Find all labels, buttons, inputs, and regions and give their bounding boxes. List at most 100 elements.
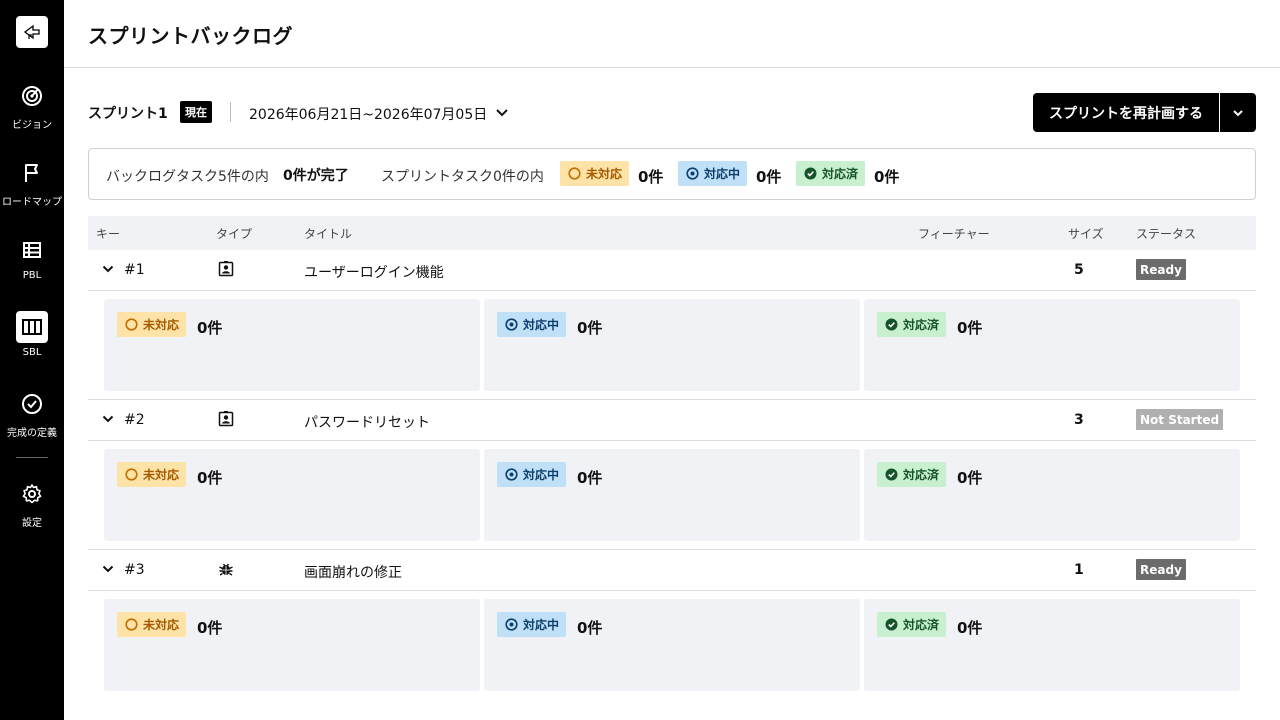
item-key: #2 xyxy=(124,412,145,428)
table-row[interactable]: #2 パスワードリセット 3 Not Started xyxy=(88,399,1256,441)
lane-todo: 未対応 0件 xyxy=(104,299,480,391)
columns-icon xyxy=(22,319,42,335)
status-badge-done: 対応済 xyxy=(877,462,947,487)
list-icon xyxy=(23,242,41,258)
user-story-icon xyxy=(218,411,234,427)
sidebar-item-pbl[interactable]: PBL xyxy=(0,234,64,281)
lane-count: 0件 xyxy=(957,319,983,337)
lane-doing: 対応中 0件 xyxy=(484,599,860,691)
lane-todo: 未対応 0件 xyxy=(104,449,480,541)
status-badge-doing: 対応中 xyxy=(497,612,567,637)
table-row[interactable]: #3 画面崩れの修正 1 Ready xyxy=(88,549,1256,591)
sprint-summary-text: スプリントタスク0件の内 xyxy=(381,169,544,185)
column-header-key: キー xyxy=(96,227,121,241)
status-badge-done: 対応済 xyxy=(796,161,866,186)
item-key: #1 xyxy=(124,262,145,278)
table-row[interactable]: #1 ユーザーログイン機能 5 Ready xyxy=(88,250,1256,291)
status-badge[interactable]: Ready xyxy=(1136,559,1186,580)
circle-icon xyxy=(125,468,138,481)
lane-doing: 対応中 0件 xyxy=(484,449,860,541)
lane-done: 対応済 0件 xyxy=(864,449,1240,541)
chevron-down-icon[interactable] xyxy=(101,412,115,426)
check-circle-icon xyxy=(885,318,898,331)
in-progress-icon xyxy=(686,167,699,180)
item-title[interactable]: ユーザーログイン機能 xyxy=(304,262,444,282)
circle-icon xyxy=(568,167,581,180)
item-size: 3 xyxy=(1074,412,1084,428)
in-progress-icon xyxy=(505,468,518,481)
replan-dropdown-button[interactable] xyxy=(1220,93,1256,132)
item-size: 5 xyxy=(1074,262,1084,278)
chevron-down-icon[interactable] xyxy=(101,262,115,276)
in-progress-icon xyxy=(505,618,518,631)
gear-icon xyxy=(22,484,42,504)
lane-doing: 対応中 0件 xyxy=(484,299,860,391)
sidebar-item-definition-of-done[interactable]: 完成の定義 xyxy=(0,388,64,439)
chevron-down-icon[interactable] xyxy=(493,104,511,122)
status-badge-done: 対応済 xyxy=(877,612,947,637)
sidebar: ビジョン ロードマップ PBL SBL 完成の定義 設定 xyxy=(0,0,64,720)
status-badge[interactable]: Not Started xyxy=(1136,409,1224,430)
check-circle-icon xyxy=(885,618,898,631)
status-badge-todo: 未対応 xyxy=(117,612,187,637)
todo-count: 0件 xyxy=(638,168,664,186)
check-circle-icon xyxy=(885,468,898,481)
backlog-done-text: 0件が完了 xyxy=(283,168,349,184)
sidebar-item-label: PBL xyxy=(22,270,42,281)
app-logo[interactable] xyxy=(16,16,48,48)
circle-icon xyxy=(125,618,138,631)
divider xyxy=(230,102,231,122)
sidebar-item-sbl[interactable]: SBL xyxy=(0,311,64,358)
lane-count: 0件 xyxy=(577,619,603,637)
item-title[interactable]: 画面崩れの修正 xyxy=(304,562,402,582)
item-title[interactable]: パスワードリセット xyxy=(304,412,430,432)
column-header-size: サイズ xyxy=(1068,227,1104,241)
status-badge[interactable]: Ready xyxy=(1136,259,1186,280)
column-header-status: ステータス xyxy=(1136,227,1197,241)
lane-count: 0件 xyxy=(197,619,223,637)
sidebar-item-settings[interactable]: 設定 xyxy=(0,478,64,529)
page-title: スプリントバックログ xyxy=(88,24,293,48)
column-header-feature: フィーチャー xyxy=(918,227,990,241)
circle-icon xyxy=(125,318,138,331)
status-badge-todo: 未対応 xyxy=(560,161,630,186)
item-key: #3 xyxy=(124,562,145,578)
sidebar-item-roadmap[interactable]: ロードマップ xyxy=(0,157,64,208)
lane-count: 0件 xyxy=(197,469,223,487)
lane-count: 0件 xyxy=(197,319,223,337)
check-circle-icon xyxy=(804,167,817,180)
sidebar-item-label: 設定 xyxy=(22,518,42,529)
status-badge-done: 対応済 xyxy=(877,312,947,337)
check-circle-icon xyxy=(22,394,42,414)
in-progress-icon xyxy=(505,318,518,331)
sidebar-item-label: 完成の定義 xyxy=(7,428,57,439)
replan-sprint-button[interactable]: スプリントを再計画する xyxy=(1033,93,1219,132)
sidebar-item-label: ビジョン xyxy=(12,120,52,131)
sprint-dates[interactable]: 2026年06月21日~2026年07月05日 xyxy=(249,104,487,124)
logo-icon xyxy=(23,24,40,40)
lane-count: 0件 xyxy=(957,619,983,637)
chevron-down-icon[interactable] xyxy=(101,562,115,576)
doing-count: 0件 xyxy=(756,168,782,186)
target-icon xyxy=(22,86,42,106)
chevron-down-icon xyxy=(1233,109,1243,116)
current-sprint-tag: 現在 xyxy=(180,101,212,123)
user-story-icon xyxy=(218,261,234,277)
bug-icon xyxy=(219,563,233,576)
status-badge-doing: 対応中 xyxy=(497,312,567,337)
item-size: 1 xyxy=(1074,562,1084,578)
lane-count: 0件 xyxy=(577,469,603,487)
status-badge-todo: 未対応 xyxy=(117,462,187,487)
flag-icon xyxy=(25,164,38,182)
column-header-type: タイプ xyxy=(216,227,253,241)
sidebar-item-vision[interactable]: ビジョン xyxy=(0,80,64,131)
table-header: キー タイプ タイトル フィーチャー サイズ ステータス xyxy=(88,216,1256,250)
sidebar-divider xyxy=(16,457,48,458)
status-badge-doing: 対応中 xyxy=(678,161,748,186)
lane-count: 0件 xyxy=(577,319,603,337)
lane-count: 0件 xyxy=(957,469,983,487)
sidebar-item-label: ロードマップ xyxy=(2,197,62,208)
sprint-name: スプリント1 xyxy=(88,106,168,122)
status-badge-doing: 対応中 xyxy=(497,462,567,487)
status-badge-todo: 未対応 xyxy=(117,312,187,337)
